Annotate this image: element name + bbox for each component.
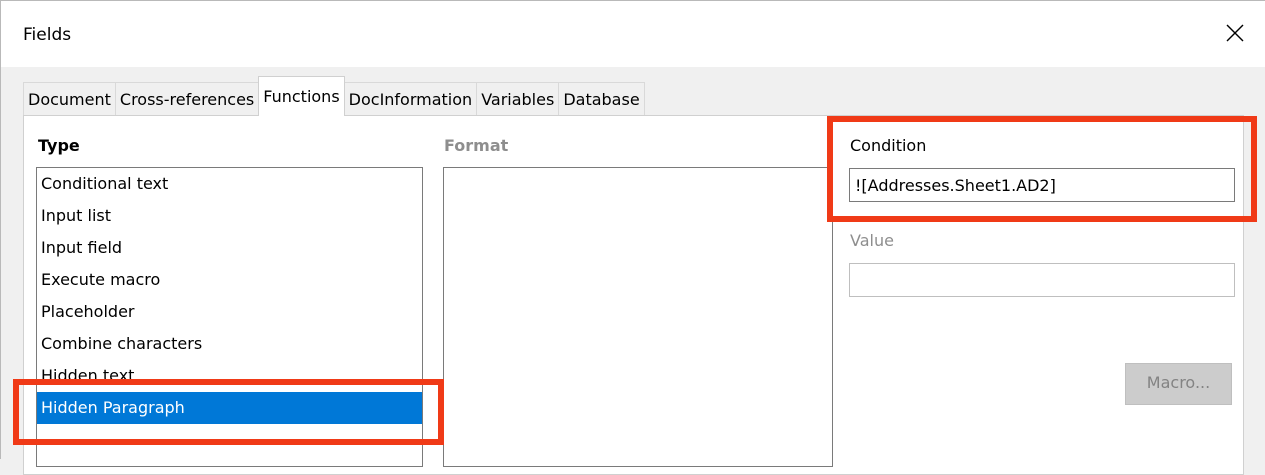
type-label: Type <box>38 136 80 155</box>
tab-database[interactable]: Database <box>558 82 645 116</box>
condition-input[interactable] <box>849 168 1235 202</box>
list-item[interactable]: Conditional text <box>37 168 422 200</box>
close-button[interactable] <box>1213 11 1257 55</box>
fields-dialog: Fields Document Cross-references Functio… <box>0 0 1265 475</box>
list-item[interactable]: Hidden text <box>37 360 422 392</box>
tab-strip: Document Cross-references Functions DocI… <box>23 76 645 116</box>
list-item[interactable]: Combine characters <box>37 328 422 360</box>
list-item[interactable]: Input field <box>37 232 422 264</box>
condition-label: Condition <box>850 136 927 155</box>
type-listbox[interactable]: Conditional text Input list Input field … <box>36 167 423 467</box>
format-label: Format <box>444 136 509 155</box>
tab-docinformation[interactable]: DocInformation <box>343 82 478 116</box>
macro-button[interactable]: Macro... <box>1125 363 1232 405</box>
list-item[interactable]: Input list <box>37 200 422 232</box>
dialog-title: Fields <box>23 25 72 45</box>
tab-document[interactable]: Document <box>23 82 116 116</box>
close-icon <box>1226 24 1244 42</box>
list-item-selected[interactable]: Hidden Paragraph <box>37 392 422 424</box>
value-label: Value <box>850 231 894 250</box>
value-input[interactable] <box>849 263 1235 297</box>
tab-functions[interactable]: Functions <box>258 76 345 116</box>
list-item[interactable]: Execute macro <box>37 264 422 296</box>
title-bar: Fields <box>1 1 1265 67</box>
tab-cross-references[interactable]: Cross-references <box>114 82 260 116</box>
format-listbox[interactable] <box>443 167 833 467</box>
list-item[interactable]: Placeholder <box>37 296 422 328</box>
tab-variables[interactable]: Variables <box>476 82 560 116</box>
